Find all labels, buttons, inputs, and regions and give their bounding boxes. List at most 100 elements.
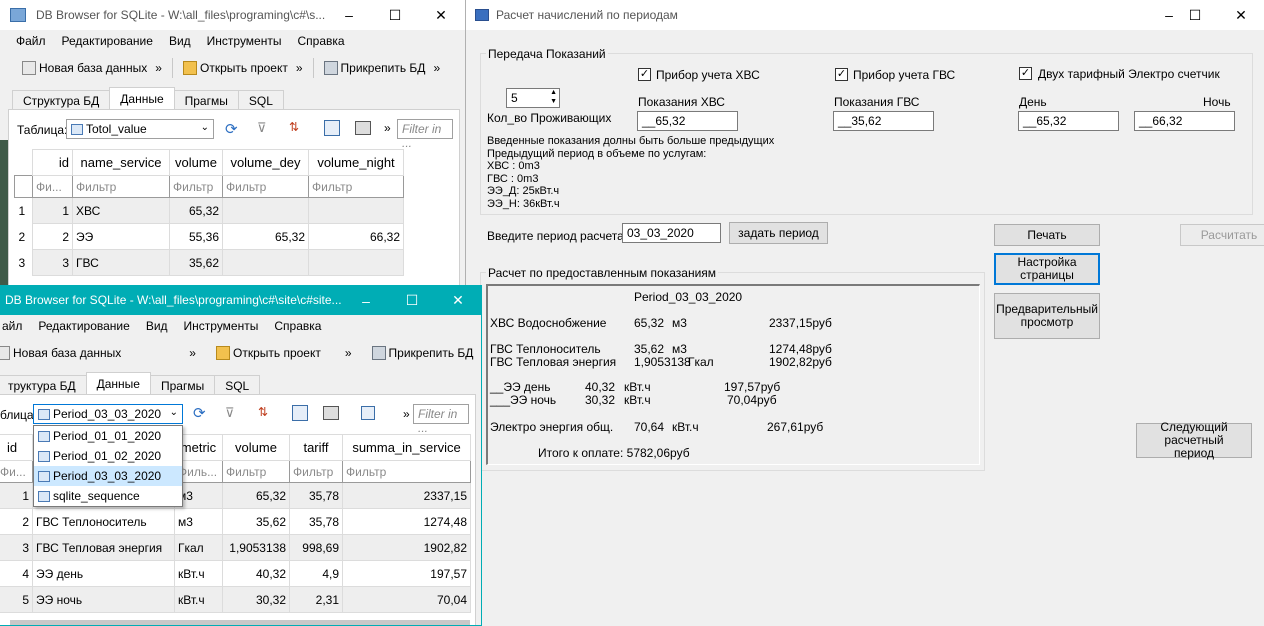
global-filter-input[interactable]: Filter in ... (413, 404, 469, 435)
menu-file[interactable]: айл (0, 319, 30, 333)
column-filter-input[interactable]: Фи... (32, 175, 73, 198)
tab-browse-data[interactable]: Данные (109, 87, 175, 110)
more-icon[interactable]: » (384, 121, 391, 135)
residents-spinner[interactable]: 5 ▲ ▼ (506, 88, 560, 108)
table-cell[interactable]: 35,78 (289, 482, 343, 509)
day-reading-input[interactable]: __65,32 (1018, 111, 1119, 131)
menu-view[interactable]: Вид (138, 319, 176, 333)
tab-sql[interactable]: SQL (237, 90, 284, 110)
table-select[interactable]: Period_03_03_2020 ⌄ (33, 404, 183, 424)
table-cell[interactable]: 1902,82 (342, 534, 471, 561)
set-period-button[interactable]: задать период (729, 222, 828, 244)
tab-pragmas[interactable]: Прагмы (149, 375, 216, 395)
win1-maximize-button[interactable]: ☐ (372, 0, 418, 30)
more-icon[interactable]: » (429, 56, 444, 80)
attach-db-button[interactable]: Прикрепить БД (320, 56, 430, 80)
table-cell[interactable] (222, 249, 309, 276)
hvs-checkbox[interactable]: ✓ (638, 68, 651, 81)
column-header[interactable]: volume (222, 434, 290, 461)
win1-minimize-button[interactable]: – (326, 0, 372, 30)
table-cell[interactable]: Гкал (174, 534, 223, 561)
refresh-icon[interactable]: ⟳ (225, 120, 238, 138)
sort-icon[interactable]: ⇅ (258, 405, 268, 419)
table-cell[interactable]: 70,04 (342, 586, 471, 613)
table-cell[interactable] (222, 197, 309, 224)
menu-tools[interactable]: Инструменты (199, 34, 290, 48)
win2-minimize-button[interactable]: – (343, 286, 389, 315)
dropdown-option-selected[interactable]: Period_03_03_2020 (34, 466, 182, 486)
maximize-button[interactable]: ☐ (1172, 0, 1218, 30)
column-filter-input[interactable]: Фильтр (308, 175, 404, 198)
table-select[interactable]: Totol_value ⌄ (66, 119, 214, 139)
column-filter-input[interactable]: Фильтр (169, 175, 223, 198)
tab-sql[interactable]: SQL (214, 375, 261, 395)
table-cell[interactable]: 35,62 (222, 508, 290, 535)
win2-maximize-button[interactable]: ☐ (389, 286, 435, 315)
more-icon[interactable]: » (292, 56, 307, 80)
column-filter-input[interactable]: Фильтр (342, 460, 471, 483)
refresh-icon[interactable]: ⟳ (193, 404, 206, 422)
table-cell[interactable]: 1 (32, 197, 73, 224)
menu-edit[interactable]: Редактирование (54, 34, 161, 48)
table-cell[interactable]: 2 (0, 508, 33, 535)
column-header[interactable]: id (32, 149, 73, 176)
ee-checkbox[interactable]: ✓ (1019, 67, 1032, 80)
table-cell[interactable]: 1,9053138 (222, 534, 290, 561)
table-cell[interactable]: ЭЭ (72, 223, 170, 250)
next-period-button[interactable]: Следующий расчетный период (1136, 421, 1252, 460)
table-row[interactable]: 5 ЭЭ ночь кВт.ч 30,32 2,31 70,04 (0, 586, 471, 613)
spinner-up-icon[interactable]: ▲ (550, 89, 557, 96)
table-cell[interactable]: 4 (0, 560, 33, 587)
more-icon[interactable]: » (403, 407, 410, 421)
new-db-button[interactable]: Новая база данных (18, 56, 151, 80)
save-table-icon[interactable] (324, 120, 340, 136)
column-filter-input[interactable]: Фильтр (289, 460, 343, 483)
more-icon[interactable]: » (151, 56, 166, 80)
attach-db-button[interactable]: Прикрепить БД (368, 341, 478, 365)
night-reading-input[interactable]: __66,32 (1134, 111, 1235, 131)
column-header[interactable]: summa_in_service (342, 434, 471, 461)
table-cell[interactable]: 35,62 (169, 249, 223, 276)
table-cell[interactable]: ГВС (72, 249, 170, 276)
save-table-icon[interactable] (292, 405, 308, 421)
column-filter-input[interactable]: Фильтр (222, 175, 309, 198)
column-header[interactable]: volume_dey (222, 149, 309, 176)
table-cell[interactable]: 2,31 (289, 586, 343, 613)
table-cell[interactable]: 1274,48 (342, 508, 471, 535)
spinner-down-icon[interactable]: ▼ (550, 98, 557, 105)
table-cell[interactable]: 998,69 (289, 534, 343, 561)
table-row[interactable]: 1 1 ХВС 65,32 (14, 197, 404, 224)
tab-db-structure[interactable]: труктура БД (0, 375, 87, 395)
table-cell[interactable]: 35,78 (289, 508, 343, 535)
table-cell[interactable]: 197,57 (342, 560, 471, 587)
print-icon[interactable] (355, 121, 371, 135)
preview-button[interactable]: Предварительный просмотр (994, 293, 1100, 339)
win2-close-button[interactable]: ✕ (435, 286, 481, 315)
open-project-button[interactable]: Открыть проект (212, 341, 325, 365)
page-setup-button[interactable]: Настройка страницы (994, 253, 1100, 285)
table-cell[interactable]: 65,32 (222, 223, 309, 250)
column-header[interactable]: name_service (72, 149, 170, 176)
table-cell[interactable]: ЭЭ ночь (32, 586, 175, 613)
table-row[interactable]: 4 ЭЭ день кВт.ч 40,32 4,9 197,57 (0, 560, 471, 587)
column-header[interactable]: tariff (289, 434, 343, 461)
column-filter-input[interactable]: Фильтр (222, 460, 290, 483)
menu-tools[interactable]: Инструменты (176, 319, 267, 333)
table-cell[interactable] (308, 197, 404, 224)
horizontal-scrollbar[interactable] (10, 620, 470, 625)
global-filter-input[interactable]: Filter in ... (397, 119, 453, 150)
table-cell[interactable]: ГВС Тепловая энергия (32, 534, 175, 561)
clear-filters-icon[interactable]: ⊽ (225, 405, 235, 421)
menu-edit[interactable]: Редактирование (30, 319, 137, 333)
table-cell[interactable]: 2337,15 (342, 482, 471, 509)
table-cell[interactable]: 40,32 (222, 560, 290, 587)
table-cell[interactable]: 65,32 (222, 482, 290, 509)
gvs-checkbox[interactable]: ✓ (835, 68, 848, 81)
print-button[interactable]: Печать (994, 224, 1100, 246)
gvs-reading-input[interactable]: __35,62 (833, 111, 934, 131)
table-cell[interactable]: 1 (0, 482, 33, 509)
table-cell[interactable]: 5 (0, 586, 33, 613)
export-icon[interactable] (361, 406, 375, 420)
tab-browse-data[interactable]: Данные (85, 372, 151, 395)
table-cell[interactable]: 65,32 (169, 197, 223, 224)
